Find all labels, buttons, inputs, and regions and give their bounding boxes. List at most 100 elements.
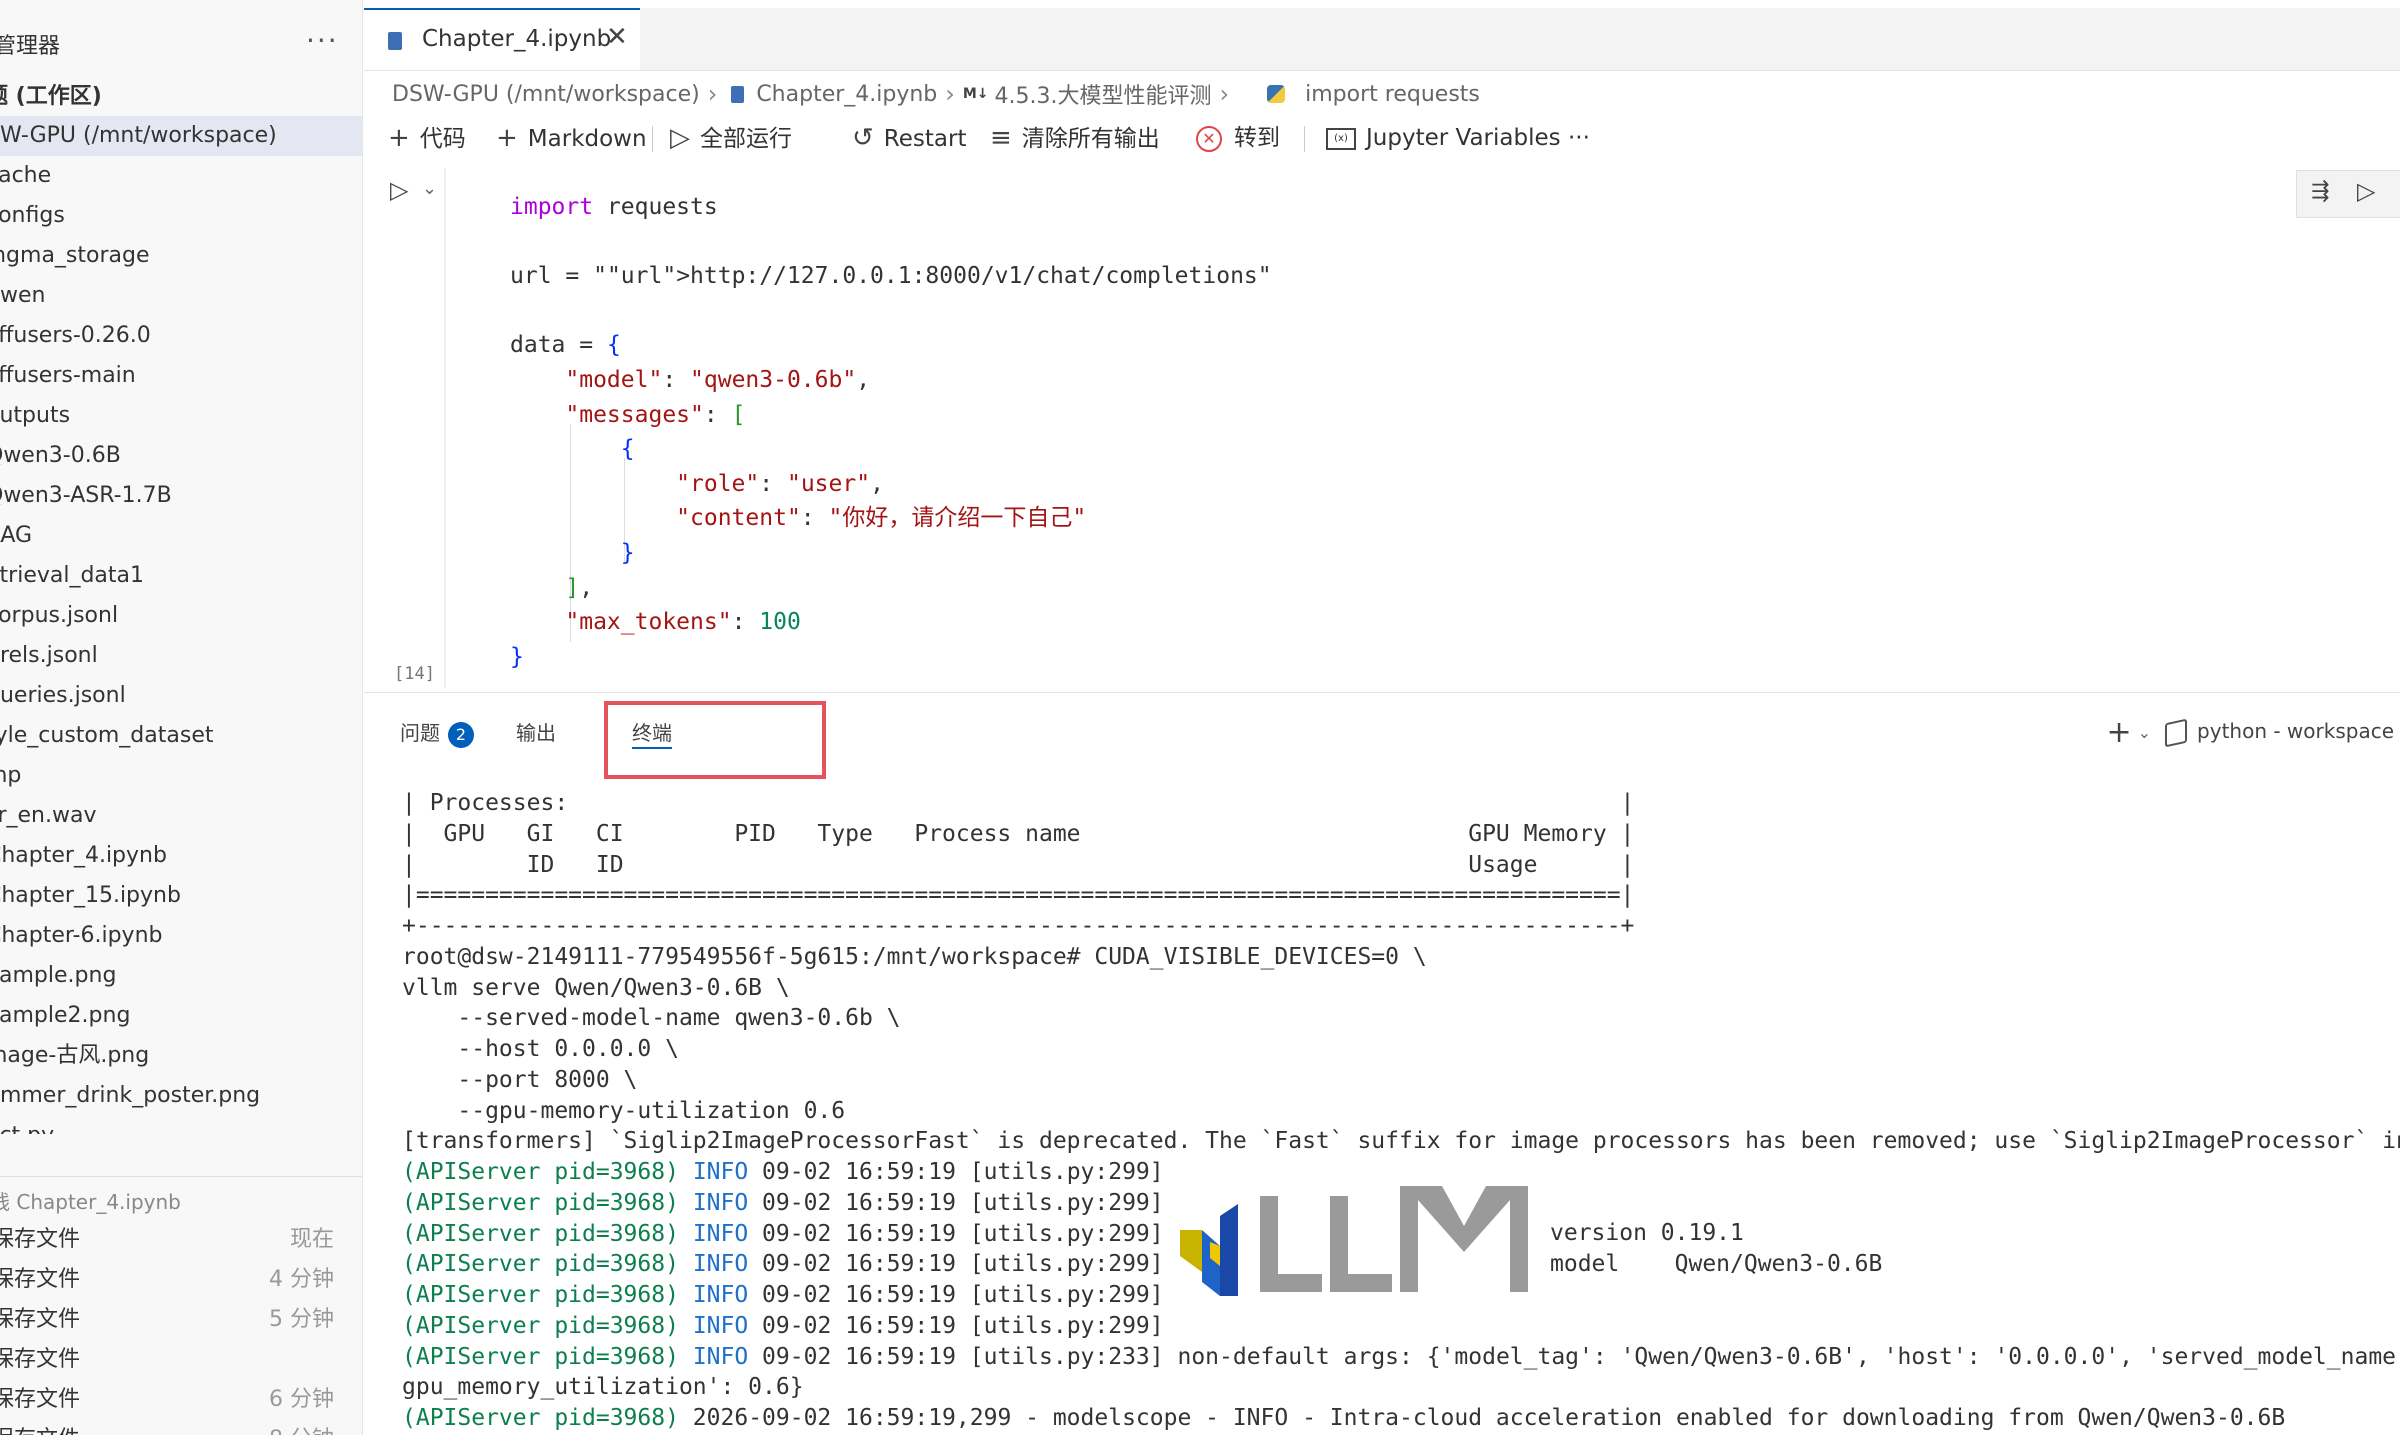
add-markdown-button[interactable]: + Markdown — [496, 118, 647, 158]
log-text: 09-02 16:59:19 [utils.py:299] — [748, 1220, 1164, 1247]
execution-count: [14] — [394, 664, 435, 684]
variables-label: Jupyter Variables — [1366, 125, 1561, 151]
sidebar-item[interactable]: qrels.jsonl — [0, 636, 362, 676]
terminal-line: root@dsw-2149111-779549556f-5g615:/mnt/w… — [402, 942, 1427, 973]
cell-toolbar: ⇶ ▷ — [2296, 170, 2400, 218]
terminal-line: --served-model-name qwen3-0.6b \ — [402, 1003, 901, 1034]
sidebar-item[interactable]: outputs — [0, 396, 362, 436]
add-markdown-label: Markdown — [527, 126, 647, 152]
log-level: INFO — [692, 1312, 749, 1339]
sidebar-item[interactable]: mp — [0, 756, 362, 796]
sidebar-item[interactable]: Chapter-6.ipynb — [0, 916, 362, 956]
tab-problems[interactable]: 问题 2 — [400, 713, 474, 753]
timeline-item[interactable]: 保存文件 4 分钟 — [0, 1260, 362, 1300]
sidebar-item[interactable]: ummer_drink_poster.png — [0, 1076, 362, 1116]
timeline-label: 保存文件 — [0, 1387, 81, 1412]
timeline-item[interactable]: 保存文件 现在 — [0, 1220, 362, 1260]
api-server-prefix: (APIServer pid=3968) — [402, 1343, 679, 1370]
timeline-item[interactable]: 保存文件 6 分钟 — [0, 1380, 362, 1420]
chevron-down-icon[interactable]: ⌄ — [2138, 723, 2151, 742]
sidebar-item[interactable]: liffusers-main — [0, 356, 362, 396]
api-server-prefix: (APIServer pid=3968) — [402, 1220, 679, 1247]
breadcrumb-root[interactable]: DSW-GPU (/mnt/workspace) — [392, 82, 700, 107]
terminal-line: |=======================================… — [402, 880, 1634, 911]
explorer-more-icon[interactable]: ··· — [306, 24, 339, 57]
breadcrumb-section[interactable]: 4.5.3.大模型性能评测 — [995, 78, 1212, 110]
sidebar-item[interactable]: mage-古风.png — [0, 1036, 362, 1076]
sidebar-item[interactable]: cache — [0, 156, 362, 196]
log-level: INFO — [692, 1343, 749, 1370]
sidebar-item[interactable]: xample2.png — [0, 996, 362, 1036]
log-text: 09-02 16:59:19 [utils.py:299] — [748, 1251, 1164, 1278]
chevron-down-icon[interactable]: ⌄ — [422, 178, 437, 199]
code-editor[interactable]: import requests url = ""url">http://127.… — [510, 190, 1272, 674]
log-text: 09-02 16:59:19 [utils.py:299] — [748, 1282, 1164, 1308]
sidebar-item[interactable]: oct.py — [0, 1116, 362, 1134]
terminal-text: --served-model-name qwen3-0.6b \ — [402, 1005, 901, 1032]
sidebar-item[interactable]: qwen — [0, 276, 362, 316]
terminal-line: gpu_memory_utilization': 0.6} — [402, 1372, 804, 1403]
highlight-box — [604, 701, 826, 779]
sidebar-item[interactable]: Qwen3-ASR-1.7B — [0, 476, 362, 516]
run-by-line-icon[interactable]: ⇶ — [2311, 179, 2329, 204]
terminal-text: root@dsw-2149111-779549556f-5g615:/mnt/w… — [402, 943, 1427, 970]
sidebar-item[interactable]: corpus.jsonl — [0, 596, 362, 636]
vllm-version-info: version 0.19.1 model Qwen/Qwen3-0.6B — [1550, 1220, 1883, 1277]
tab-chapter-4[interactable]: Chapter_4.ipynb ✕ — [364, 8, 640, 70]
clear-outputs-button[interactable]: ≡ 清除所有输出 — [990, 118, 1160, 158]
chevron-right-icon: › — [1219, 80, 1230, 108]
sidebar-item[interactable]: Qwen3-0.6B — [0, 436, 362, 476]
timeline-label: 保存文件 — [0, 1267, 81, 1292]
divider — [0, 1176, 362, 1177]
breadcrumb-cell[interactable]: import requests — [1305, 82, 1480, 107]
editor-tab-bar: Chapter_4.ipynb ✕ — [364, 8, 2400, 71]
execute-above-icon[interactable]: ▷ — [2357, 177, 2375, 205]
timeline-item[interactable]: 保存文件 8 分钟 — [0, 1420, 362, 1435]
add-code-button[interactable]: + 代码 — [388, 118, 466, 158]
sidebar-item[interactable]: sr_en.wav — [0, 796, 362, 836]
terminal-line: | GPU GI CI PID Type Process name GPU Me… — [402, 819, 1634, 850]
sidebar-item[interactable]: tyle_custom_dataset — [0, 716, 362, 756]
timeline-item[interactable]: 保存文件 5 分钟 — [0, 1300, 362, 1340]
terminal-line: (APIServer pid=3968) INFO 09-02 16:59:19… — [402, 1249, 1164, 1280]
sidebar-item[interactable]: liffusers-0.26.0 — [0, 316, 362, 356]
breadcrumb-file[interactable]: Chapter_4.ipynb — [756, 82, 937, 107]
sidebar-item[interactable]: RAG — [0, 516, 362, 556]
terminal-line: (APIServer pid=3968) INFO 09-02 16:59:19… — [402, 1188, 1164, 1219]
problems-badge: 2 — [448, 721, 474, 748]
close-icon[interactable]: ✕ — [606, 22, 628, 52]
timeline-header[interactable]: 线 Chapter_4.ipynb — [0, 1186, 181, 1215]
error-icon: ✕ — [1196, 125, 1222, 152]
more-actions-icon[interactable]: ··· — [1568, 118, 1590, 158]
terminal-output[interactable]: | Processes: | | GPU GI CI PID Type Proce… — [402, 788, 2400, 1435]
run-cell-icon[interactable]: ▷ — [390, 176, 408, 204]
timeline-item[interactable]: 保存文件 — [0, 1340, 362, 1380]
sidebar-item[interactable]: etrieval_data1 — [0, 556, 362, 596]
sidebar-item[interactable]: Chapter_4.ipynb — [0, 836, 362, 876]
terminal-line: --host 0.0.0.0 \ — [402, 1034, 679, 1065]
terminal-line: (APIServer pid=3968) INFO 09-02 16:59:19… — [402, 1280, 1164, 1311]
sidebar-item[interactable]: SW-GPU (/mnt/workspace) — [0, 116, 362, 156]
restart-button[interactable]: ↺ Restart — [852, 118, 966, 158]
run-all-button[interactable]: ▷ 全部运行 — [670, 118, 792, 158]
sidebar-item[interactable]: xample.png — [0, 956, 362, 996]
terminal-line: (APIServer pid=3968) 2026-09-02 16:59:19… — [402, 1403, 2285, 1434]
timeline-list: 保存文件现在保存文件4 分钟保存文件5 分钟保存文件保存文件6 分钟保存文件8 … — [0, 1220, 362, 1435]
terminal-controls: + ⌄ python - workspace — [2106, 715, 2394, 755]
terminal-icon — [2165, 718, 2188, 747]
goto-button[interactable]: ✕ 转到 — [1196, 118, 1280, 158]
sidebar-item[interactable]: Chapter_15.ipynb — [0, 876, 362, 916]
python-icon — [1267, 85, 1286, 103]
variables-button[interactable]: (x) Jupyter Variables — [1326, 118, 1561, 158]
terminal-name[interactable]: python - workspace — [2197, 719, 2394, 743]
sidebar-item[interactable]: queries.jsonl — [0, 676, 362, 716]
terminal-text: --gpu-memory-utilization 0.6 — [402, 1097, 846, 1124]
log-level: INFO — [692, 1159, 749, 1185]
workspace-label[interactable]: 题 (工作区) — [0, 78, 102, 110]
sidebar-item[interactable]: configs — [0, 196, 362, 236]
sidebar-item[interactable]: ingma_storage — [0, 236, 362, 276]
tab-output[interactable]: 输出 — [516, 713, 556, 753]
new-terminal-icon[interactable]: + — [2106, 715, 2131, 750]
